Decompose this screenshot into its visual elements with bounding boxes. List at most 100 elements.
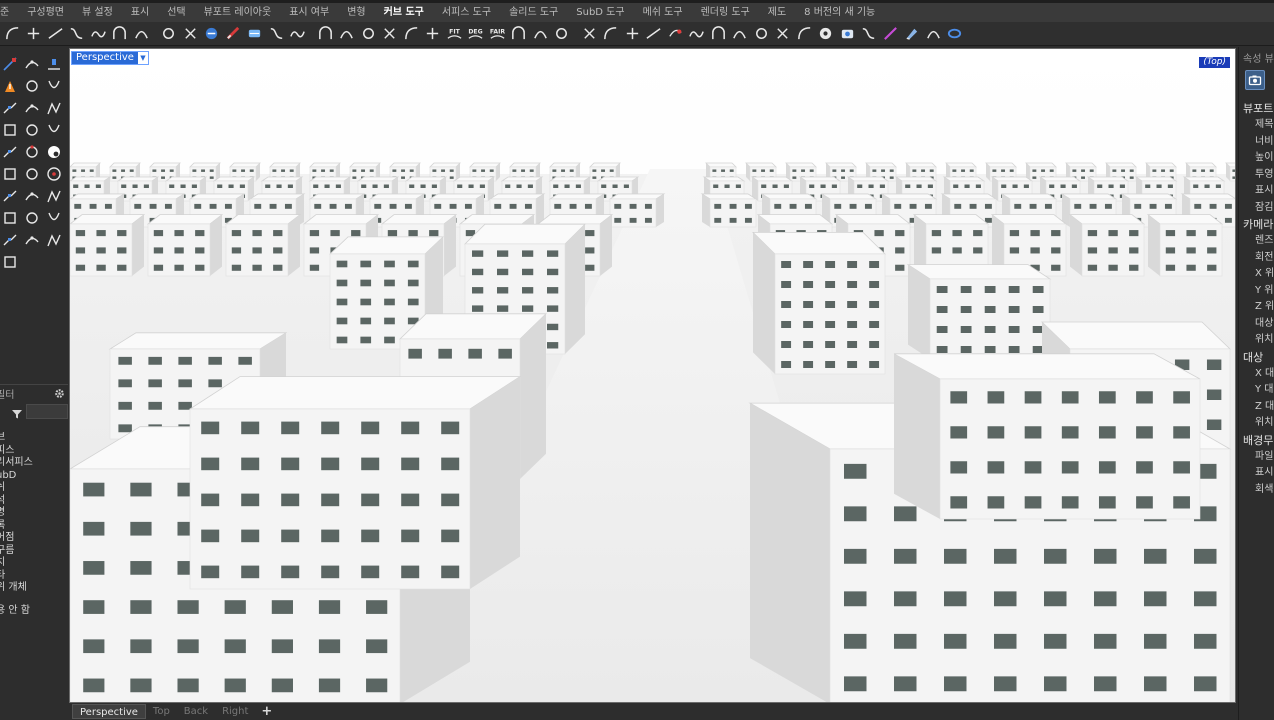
arch-icon[interactable] [131,24,151,44]
filter-list-item[interactable]: 어점 [0,532,68,545]
menu-tab[interactable]: 8 버전의 새 기능 [795,3,884,22]
fair-icon[interactable]: FAIR [487,24,507,44]
tangent-icon[interactable] [337,24,357,44]
chain-icon[interactable] [0,99,20,117]
menu-tab[interactable]: 렌더링 도구 [692,3,759,22]
menu-tab[interactable]: 서피스 도구 [433,3,500,22]
properties-row-label[interactable]: 대상 [1239,316,1274,333]
extract-icon[interactable] [223,24,243,44]
menu-tab[interactable]: SubD 도구 [567,3,633,22]
viewport-tab[interactable]: Perspective [72,704,146,719]
dimension-text-icon[interactable] [552,24,572,44]
filter-list-item[interactable]: 피스 [0,445,68,458]
rectangle-points-icon[interactable] [44,77,64,95]
explode-icon[interactable] [0,77,20,95]
gear-shape-icon[interactable] [0,165,20,183]
anchor-icon[interactable] [401,24,421,44]
viewport-title-tag[interactable]: Perspective ▼ [71,51,149,65]
curve-arrow-icon[interactable] [687,24,707,44]
deg-icon[interactable]: DEG [466,24,486,44]
camera-icon[interactable] [1245,70,1265,90]
filter-list-item[interactable]: 타 [0,570,68,583]
refit-icon[interactable] [266,24,286,44]
properties-row-label[interactable]: X 위 [1239,266,1274,283]
fillet-curve-icon[interactable] [2,24,22,44]
hook-icon[interactable] [708,24,728,44]
handle-icon[interactable] [380,24,400,44]
gear-icon[interactable] [54,384,65,403]
menu-tab[interactable]: 솔리드 도구 [500,3,567,22]
properties-row-label[interactable]: 위치 [1239,415,1274,432]
bend-icon[interactable] [622,24,642,44]
v-curve-icon[interactable] [44,99,64,117]
panel-icon[interactable] [945,24,965,44]
properties-row-label[interactable]: 표시 [1239,465,1274,482]
menu-tab[interactable]: 표시 [122,3,158,22]
filter-list-item[interactable]: 명 [0,507,68,520]
arc-curve-icon[interactable] [0,121,20,139]
filter-list-item[interactable]: 위 개체 [0,582,68,595]
spiral-icon[interactable] [44,187,64,205]
menu-tab[interactable]: 메쉬 도구 [634,3,692,22]
menu-tab[interactable]: 표시 여부 [280,3,338,22]
blend-icon[interactable] [88,24,108,44]
properties-row-label[interactable]: 회색 [1239,482,1274,499]
properties-row-label[interactable]: 회전 [1239,250,1274,267]
hexagon-curve-icon[interactable] [22,121,42,139]
properties-section-header[interactable]: 대상 [1239,349,1274,366]
properties-row-label[interactable]: 위치 [1239,332,1274,349]
spline-icon[interactable] [644,24,664,44]
menu-tab[interactable]: 구성평면 [18,3,73,22]
star-icon[interactable] [0,253,20,271]
projector-icon[interactable] [837,24,857,44]
properties-row-label[interactable]: X 대 [1239,366,1274,383]
menu-tab[interactable]: 뷰 설정 [73,3,122,22]
viewport-tab[interactable]: Right [215,704,255,719]
properties-section-header[interactable]: 뷰포트 [1239,100,1274,117]
fit-icon[interactable]: FIT [444,24,464,44]
list-icon[interactable] [923,24,943,44]
viewport-tab[interactable]: Top [146,704,177,719]
properties-row-label[interactable]: 잠김 [1239,200,1274,217]
filter-list-item[interactable]: 록 [0,520,68,533]
human-icon[interactable] [423,24,443,44]
properties-row-label[interactable]: 제목 [1239,117,1274,134]
square-dot-icon[interactable] [44,231,64,249]
frame-icon[interactable] [0,231,20,249]
properties-row-label[interactable]: 렌즈 [1239,233,1274,250]
circle-tool-icon[interactable] [509,24,529,44]
menu-tab[interactable]: 변형 [338,3,374,22]
curve-points-icon[interactable] [22,55,42,73]
circle-slash-icon[interactable] [22,165,42,183]
menu-tab[interactable]: 커브 도구 [375,3,433,22]
point-target-icon[interactable] [601,24,621,44]
filter-list-item[interactable]: 치 [0,557,68,570]
loop-icon[interactable] [579,24,599,44]
properties-row-label[interactable]: Z 위 [1239,299,1274,316]
network-icon[interactable] [358,24,378,44]
control-points-icon[interactable] [44,55,64,73]
properties-section-header[interactable]: 배경무 [1239,432,1274,449]
properties-row-label[interactable]: Z 대 [1239,399,1274,416]
dimension-icon[interactable] [530,24,550,44]
filter-list-item[interactable]: 브 [0,432,68,445]
arc-small-icon[interactable] [0,187,20,205]
circle-snap-icon[interactable] [22,143,42,161]
properties-row-label[interactable]: 너비 [1239,134,1274,151]
ellipse-icon[interactable] [0,209,20,227]
perspective-viewport[interactable]: Perspective ▼ (Top) [69,48,1236,703]
smooth-icon[interactable] [751,24,771,44]
curvature-graph-icon[interactable] [315,24,335,44]
select-points-icon[interactable] [0,55,20,73]
menu-tab[interactable]: 선택 [158,3,194,22]
viewport-tab[interactable]: Back [177,704,215,719]
menu-tab[interactable]: 제도 [759,3,795,22]
properties-row-label[interactable]: Y 대 [1239,382,1274,399]
curve-blend-icon[interactable] [22,99,42,117]
chevron-down-icon[interactable]: ▼ [137,52,148,64]
perpendicular-icon[interactable] [24,24,44,44]
contour-icon[interactable] [773,24,793,44]
circle-dot-icon[interactable] [816,24,836,44]
offset-icon[interactable] [67,24,87,44]
adjust-seam-icon[interactable] [180,24,200,44]
